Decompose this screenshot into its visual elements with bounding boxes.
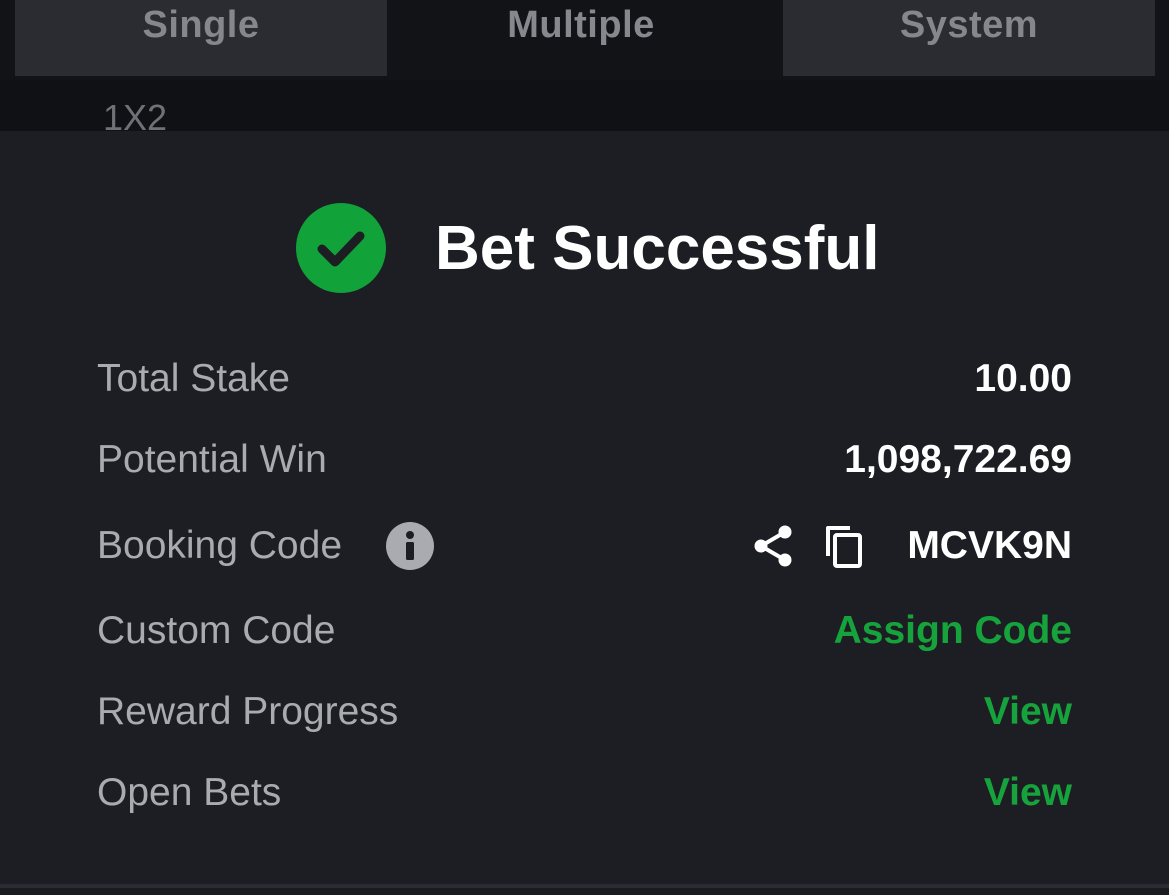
check-circle-icon — [296, 203, 386, 293]
info-icon[interactable] — [386, 522, 434, 570]
bet-type-tabs: Single Multiple System — [0, 0, 1169, 80]
success-title: Bet Successful — [435, 214, 880, 283]
custom-code-row: Custom Code Assign Code — [97, 603, 1072, 659]
potential-win-row: Potential Win 1,098,722.69 — [97, 432, 1072, 488]
potential-win-value: 1,098,722.69 — [844, 438, 1072, 481]
share-icon[interactable] — [750, 522, 796, 570]
custom-code-label: Custom Code — [97, 609, 336, 652]
total-stake-row: Total Stake 10.00 — [97, 351, 1072, 407]
open-bets-row: Open Bets View — [97, 765, 1072, 821]
reward-progress-row: Reward Progress View — [97, 684, 1072, 740]
reward-progress-view-link[interactable]: View — [984, 684, 1072, 740]
bet-success-screen: Single Multiple System 1X2 Bet Successfu… — [0, 0, 1169, 895]
booking-code-value: MCVK9N — [907, 524, 1072, 567]
booking-code-row: Booking Code MCVK9N — [97, 518, 1072, 574]
reward-progress-label: Reward Progress — [97, 690, 399, 733]
panel-footer-strip — [0, 888, 1169, 895]
open-bets-view-link[interactable]: View — [984, 765, 1072, 821]
tab-multiple[interactable]: Multiple — [395, 0, 767, 76]
tab-system[interactable]: System — [783, 0, 1155, 76]
potential-win-label: Potential Win — [97, 438, 327, 481]
total-stake-value: 10.00 — [974, 357, 1072, 400]
copy-icon[interactable] — [822, 522, 866, 570]
assign-code-link[interactable]: Assign Code — [834, 603, 1072, 659]
booking-code-label: Booking Code — [97, 524, 343, 567]
open-bets-label: Open Bets — [97, 771, 282, 814]
total-stake-label: Total Stake — [97, 357, 290, 400]
tab-single[interactable]: Single — [15, 0, 387, 76]
